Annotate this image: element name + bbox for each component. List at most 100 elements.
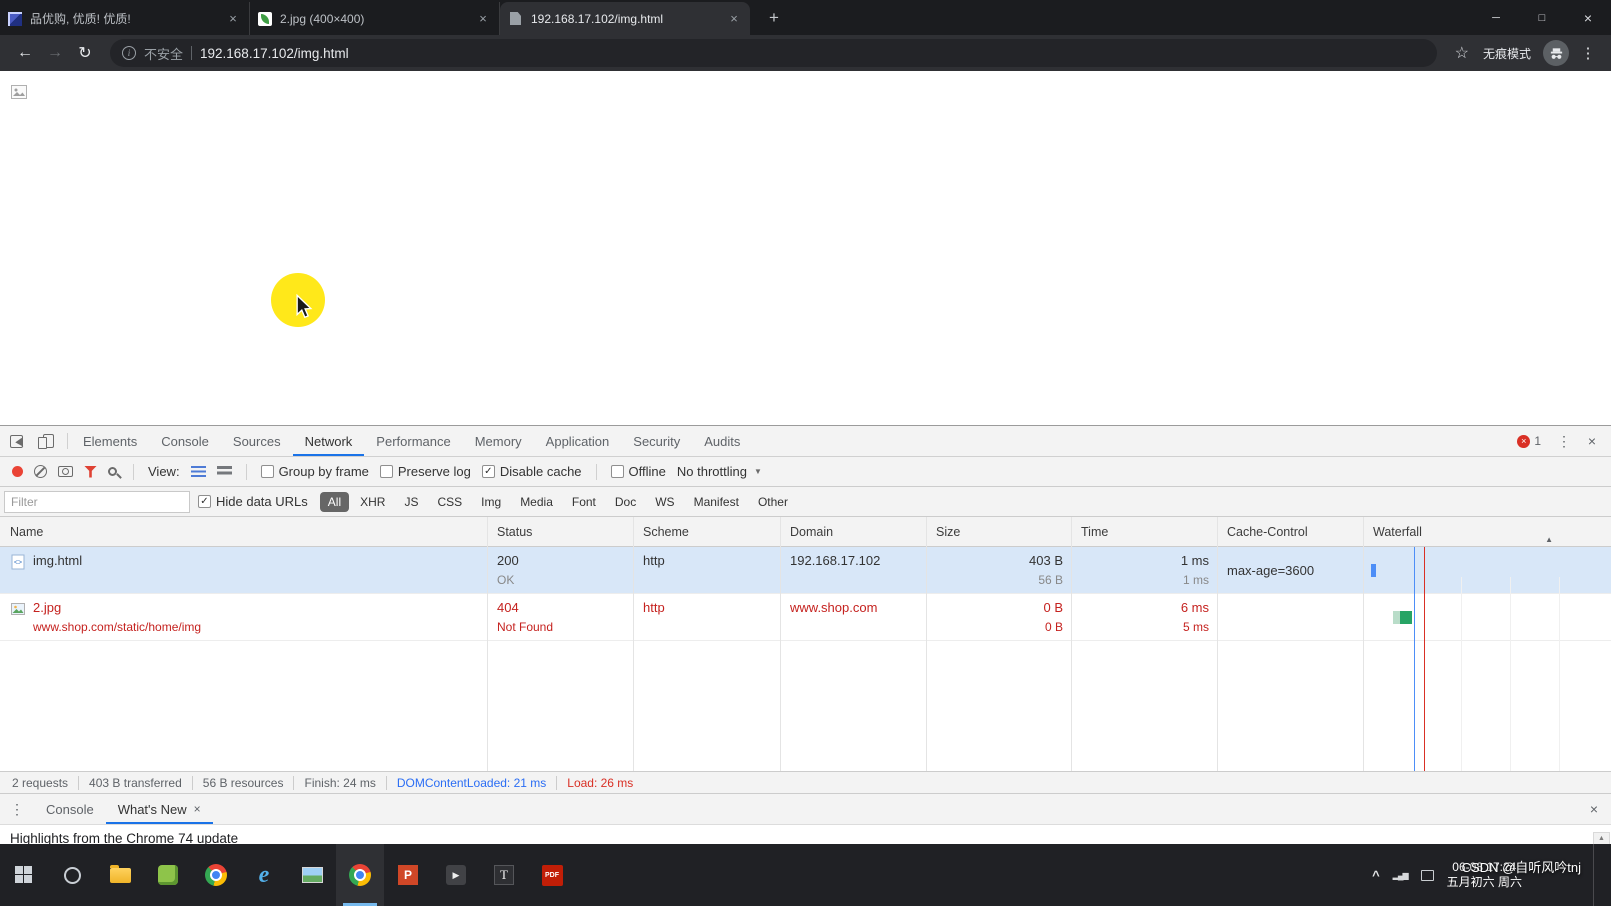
type-filter-js[interactable]: JS [396, 492, 426, 512]
record-button[interactable] [12, 466, 23, 477]
filter-input[interactable] [4, 491, 190, 513]
checkbox[interactable]: ✓ [261, 465, 274, 478]
offline-checkbox[interactable]: ✓ Offline [611, 464, 666, 479]
devtools-close-icon[interactable]: × [1579, 433, 1605, 449]
tab-img-html-active[interactable]: 192.168.17.102/img.html × [500, 2, 750, 35]
bookmark-star-icon[interactable]: ☆ [1455, 43, 1469, 63]
column-divider[interactable] [1363, 517, 1364, 771]
type-filter-xhr[interactable]: XHR [352, 492, 393, 512]
taskbar-media-player[interactable]: ▶ [432, 844, 480, 906]
column-header-time[interactable]: Time [1071, 525, 1217, 539]
use-large-rows-icon[interactable] [191, 466, 206, 477]
devtools-tab-console[interactable]: Console [149, 426, 221, 456]
column-divider[interactable] [633, 517, 634, 771]
column-header-waterfall[interactable]: Waterfall ▲ [1363, 525, 1611, 539]
devtools-tab-memory[interactable]: Memory [463, 426, 534, 456]
network-signal-icon[interactable]: ▂▄▆ [1393, 871, 1408, 880]
hide-data-urls-checkbox[interactable]: ✓ Hide data URLs [198, 494, 308, 509]
type-filter-ws[interactable]: WS [647, 492, 682, 512]
window-minimize-button[interactable]: ─ [1473, 0, 1519, 35]
tray-status-icon[interactable] [1421, 870, 1434, 881]
taskbar-typora[interactable]: T [480, 844, 528, 906]
disable-cache-checkbox[interactable]: ✓ Disable cache [482, 464, 582, 479]
column-divider[interactable] [780, 517, 781, 771]
type-filter-doc[interactable]: Doc [607, 492, 644, 512]
error-badge[interactable]: × 1 [1517, 434, 1541, 448]
devtools-tab-audits[interactable]: Audits [692, 426, 752, 456]
tab-pinyougou[interactable]: 品优购, 优质! 优质! × [0, 2, 250, 35]
checkbox[interactable]: ✓ [198, 495, 211, 508]
taskbar-powerpoint[interactable]: P [384, 844, 432, 906]
devtools-tab-security[interactable]: Security [621, 426, 692, 456]
back-button[interactable]: ← [10, 39, 40, 67]
taskbar-chrome[interactable] [192, 844, 240, 906]
taskbar-chrome-active[interactable] [336, 844, 384, 906]
group-by-frame-checkbox[interactable]: ✓ Group by frame [261, 464, 369, 479]
inspect-element-button[interactable] [0, 426, 32, 456]
taskbar-search-button[interactable] [48, 844, 96, 906]
drawer-tab-console[interactable]: Console [34, 794, 106, 824]
drawer-menu-kebab-icon[interactable]: ⋮ [0, 794, 34, 824]
type-filter-media[interactable]: Media [512, 492, 561, 512]
taskbar-file-explorer[interactable] [96, 844, 144, 906]
tab-close-icon[interactable]: × [726, 11, 742, 27]
window-maximize-button[interactable]: □ [1519, 0, 1565, 35]
tab-2jpg[interactable]: 2.jpg (400×400) × [250, 2, 500, 35]
checkbox[interactable]: ✓ [380, 465, 393, 478]
taskbar-internet-explorer[interactable]: e [240, 844, 288, 906]
type-filter-manifest[interactable]: Manifest [686, 492, 747, 512]
taskbar-pdf-reader[interactable]: PDF [528, 844, 576, 906]
window-close-button[interactable]: × [1565, 0, 1611, 35]
type-filter-font[interactable]: Font [564, 492, 604, 512]
tab-close-icon[interactable]: × [225, 11, 241, 27]
checkbox[interactable]: ✓ [611, 465, 624, 478]
reload-button[interactable]: ↻ [70, 39, 100, 67]
filter-funnel-icon[interactable] [84, 466, 97, 478]
request-row-2jpg[interactable]: 2.jpg www.shop.com/static/home/img 404 N… [0, 594, 1611, 641]
clear-button[interactable] [34, 465, 47, 478]
column-divider[interactable] [926, 517, 927, 771]
search-icon[interactable] [108, 467, 117, 476]
column-header-status[interactable]: Status [487, 525, 633, 539]
devtools-menu-kebab-icon[interactable]: ⋮ [1551, 433, 1577, 450]
column-header-name[interactable]: Name [0, 525, 487, 539]
request-row-img-html[interactable]: <> img.html 200 OK http [0, 547, 1611, 594]
type-filter-all[interactable]: All [320, 492, 349, 512]
devtools-tab-application[interactable]: Application [534, 426, 622, 456]
screenshot-camera-icon[interactable] [58, 466, 73, 477]
tray-expand-chevron-icon[interactable]: ^ [1372, 868, 1380, 883]
type-filter-other[interactable]: Other [750, 492, 796, 512]
type-filter-img[interactable]: Img [473, 492, 509, 512]
start-button[interactable] [0, 844, 48, 906]
column-header-size[interactable]: Size [926, 525, 1071, 539]
devtools-tab-network[interactable]: Network [293, 426, 365, 456]
forward-button[interactable]: → [40, 39, 70, 67]
drawer-close-icon[interactable]: × [1577, 794, 1611, 824]
device-toolbar-button[interactable] [32, 426, 64, 456]
column-divider[interactable] [1071, 517, 1072, 771]
address-bar[interactable]: i 不安全 192.168.17.102/img.html [110, 39, 1437, 67]
throttling-dropdown[interactable]: No throttling ▼ [677, 464, 762, 479]
browser-menu-kebab-icon[interactable]: ⋮ [1575, 44, 1601, 62]
incognito-avatar[interactable] [1543, 40, 1569, 66]
devtools-tab-elements[interactable]: Elements [71, 426, 149, 456]
show-desktop-button[interactable] [1593, 844, 1599, 906]
drawer-tab-close-icon[interactable]: × [194, 802, 201, 816]
column-header-cache-control[interactable]: Cache-Control [1217, 525, 1363, 539]
preserve-log-checkbox[interactable]: ✓ Preserve log [380, 464, 471, 479]
column-header-domain[interactable]: Domain [780, 525, 926, 539]
checkbox[interactable]: ✓ [482, 465, 495, 478]
taskbar-notepadpp[interactable] [144, 844, 192, 906]
column-header-scheme[interactable]: Scheme [633, 525, 780, 539]
devtools-tab-sources[interactable]: Sources [221, 426, 293, 456]
type-filter-css[interactable]: CSS [429, 492, 470, 512]
new-tab-button[interactable]: + [760, 4, 788, 32]
column-divider[interactable] [1217, 517, 1218, 771]
drawer-tab-whats-new[interactable]: What's New × [106, 794, 213, 824]
taskbar-photos[interactable] [288, 844, 336, 906]
page-info-icon[interactable]: i [122, 46, 136, 60]
column-divider[interactable] [487, 517, 488, 771]
devtools-tab-performance[interactable]: Performance [364, 426, 462, 456]
tab-close-icon[interactable]: × [475, 11, 491, 27]
show-overview-icon[interactable] [217, 466, 232, 477]
